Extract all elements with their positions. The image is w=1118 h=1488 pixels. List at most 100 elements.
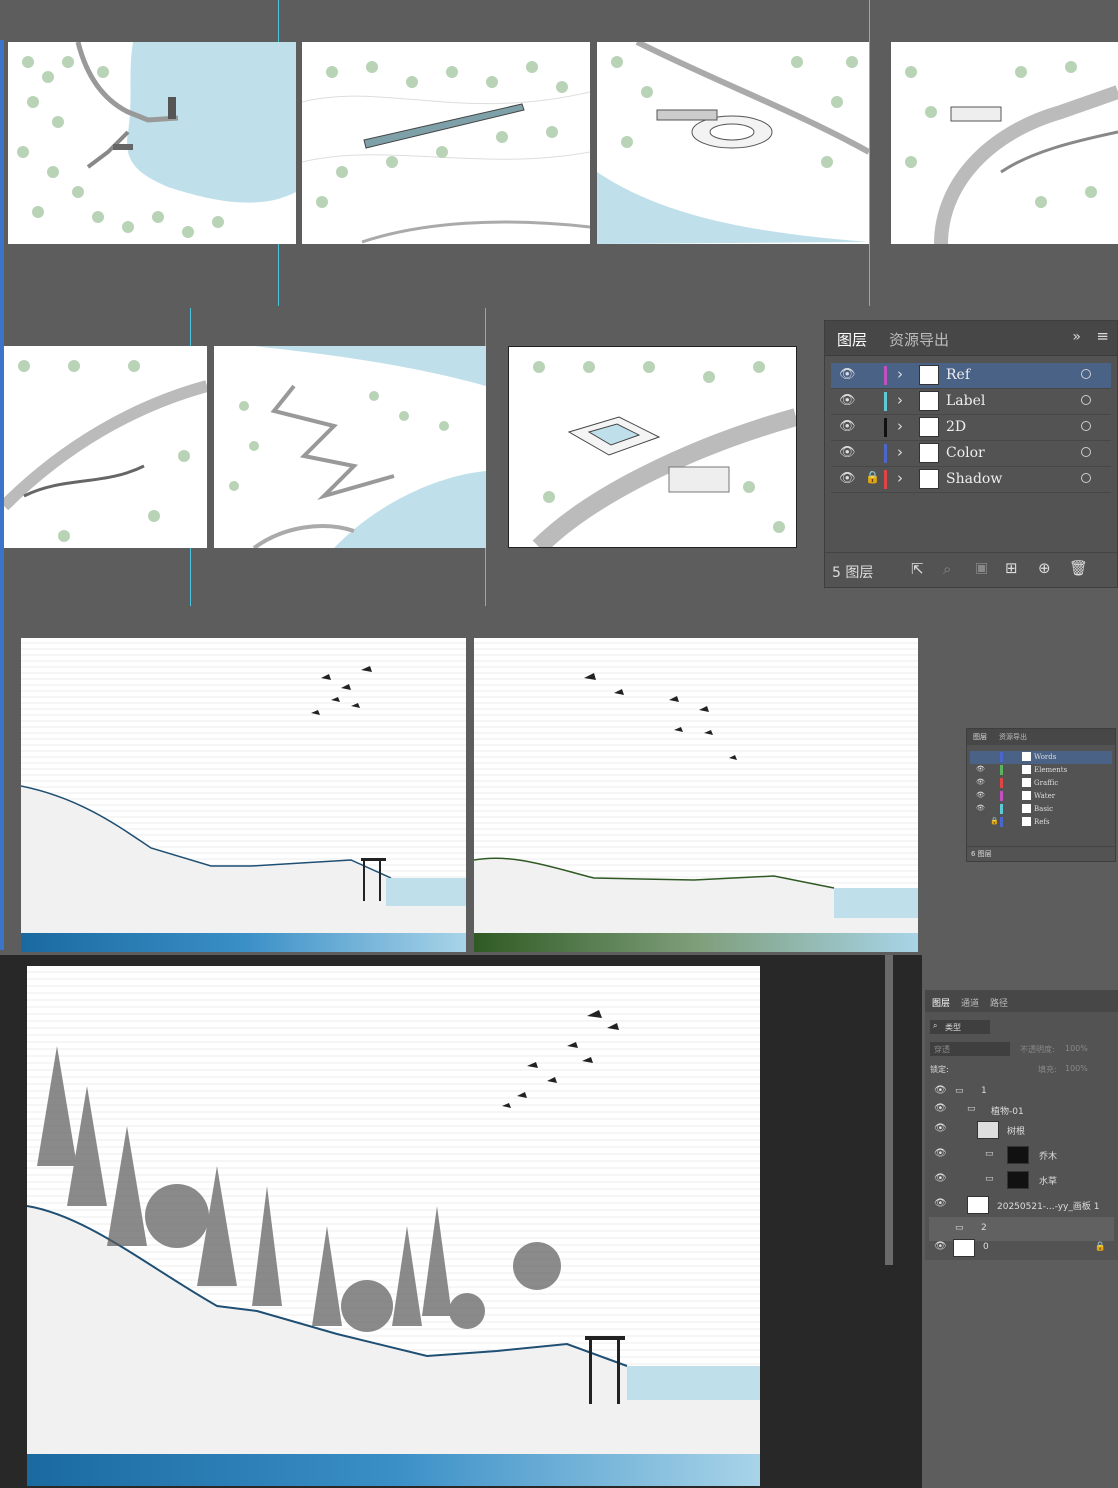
visibility-eye-icon[interactable]: 👁 (839, 471, 856, 486)
clip-mask-icon[interactable]: ▣ (975, 560, 988, 576)
layer-name[interactable]: Water (1034, 792, 1055, 800)
chevron-right-icon[interactable]: › (897, 469, 903, 487)
artboard-section-green[interactable] (474, 638, 918, 952)
layer-row-shadow[interactable]: 👁 🔒 › Shadow (831, 467, 1111, 493)
panel-menu-icon[interactable]: ≡ (1096, 327, 1109, 345)
visibility-eye-icon[interactable]: 👁 (934, 1085, 947, 1096)
layer-name[interactable]: Ref (946, 367, 970, 383)
visibility-eye-icon[interactable]: 👁 (976, 765, 985, 773)
ps-vertical-scrollbar[interactable] (885, 955, 893, 1265)
layer-name[interactable]: 乔木 (1039, 1149, 1057, 1162)
new-sublayer-icon[interactable]: ⊞ (1005, 559, 1018, 577)
layer-name[interactable]: 水草 (1039, 1174, 1057, 1187)
chevron-right-icon[interactable]: › (897, 391, 903, 409)
artboard-axon-pool-building[interactable] (508, 346, 797, 548)
small-layer-row[interactable]: 👁 Elements (970, 764, 1112, 777)
blend-mode-select[interactable]: 穿透 (930, 1042, 1010, 1056)
layer-name[interactable]: 20250521-...-yy_画板 1 (997, 1199, 1099, 1212)
layer-name[interactable]: Color (946, 445, 985, 461)
artboard-axon-bridge[interactable] (302, 42, 590, 244)
tab-channels[interactable]: 通道 (961, 996, 979, 1009)
small-layer-row[interactable]: 👁 Basic (970, 803, 1112, 816)
filter-kind-select[interactable]: ⌕ 类型 (930, 1020, 990, 1034)
guide-line[interactable] (869, 0, 870, 306)
visibility-eye-icon[interactable]: 👁 (976, 778, 985, 786)
layer-name[interactable]: Graffic (1034, 779, 1058, 787)
layer-name[interactable]: 2 (981, 1223, 987, 1233)
ps-layer-row[interactable]: 👁 ▭ 水草 (929, 1168, 1114, 1192)
visibility-eye-icon[interactable]: 👁 (934, 1173, 947, 1184)
export-icon[interactable]: ⇱ (911, 560, 924, 578)
tab-layers[interactable]: 图层 (932, 996, 950, 1009)
layer-name[interactable]: Label (946, 393, 985, 409)
lock-icon[interactable]: 🔒 (1095, 1242, 1106, 1252)
visibility-eye-icon[interactable]: 👁 (839, 367, 856, 382)
layer-row-color[interactable]: 👁 › Color (831, 441, 1111, 467)
visibility-eye-icon[interactable]: 👁 (934, 1123, 947, 1134)
layer-row-2d[interactable]: 👁 › 2D (831, 415, 1111, 441)
ps-layer-row[interactable]: 👁 0 🔒 (929, 1236, 1114, 1260)
expand-panel-icon[interactable]: » (1072, 329, 1081, 345)
target-circle-icon[interactable] (1081, 447, 1091, 457)
tab-layers[interactable]: 图层 (973, 732, 987, 742)
visibility-eye-icon[interactable]: 👁 (934, 1241, 947, 1252)
visibility-eye-icon[interactable]: 👁 (934, 1198, 947, 1209)
layer-name[interactable]: 1 (981, 1086, 987, 1096)
small-layer-row[interactable]: 👁 Water (970, 790, 1112, 803)
opacity-value[interactable]: 100% (1065, 1044, 1088, 1053)
search-icon[interactable]: ⌕ (943, 560, 951, 578)
target-circle-icon[interactable] (1081, 395, 1091, 405)
ps-main-artboard-section[interactable] (27, 966, 760, 1486)
layer-name[interactable]: Refs (1034, 818, 1050, 826)
folder-icon: ▭ (955, 1223, 964, 1233)
visibility-eye-icon[interactable]: 👁 (934, 1103, 947, 1114)
ps-layer-row[interactable]: 👁 20250521-...-yy_画板 1 (929, 1193, 1114, 1217)
layer-row-label[interactable]: 👁 › Label (831, 389, 1111, 415)
visibility-eye-icon[interactable]: 👁 (839, 419, 856, 434)
new-layer-icon[interactable]: ⊕ (1038, 559, 1051, 577)
target-circle-icon[interactable] (1081, 369, 1091, 379)
artboard-axon-terrace[interactable] (4, 346, 207, 548)
chevron-right-icon[interactable]: › (897, 417, 903, 435)
small-layer-row[interactable]: 🔒 Refs (970, 816, 1112, 829)
chevron-right-icon[interactable]: › (897, 365, 903, 383)
layer-name[interactable]: Words (1034, 753, 1056, 761)
lock-icon[interactable]: 🔒 (865, 470, 880, 484)
layer-row-ref[interactable]: 👁 › Ref (831, 363, 1111, 389)
layer-name[interactable]: 植物-01 (991, 1104, 1024, 1117)
ps-panel-header: 图层 通道 路径 (925, 990, 1118, 1012)
layer-count: 5 图层 (832, 565, 874, 581)
ai-layers-panel: 图层 资源导出 » ≡ 👁 › Ref 👁 › Label 👁 › 2D 👁 ›… (824, 320, 1118, 588)
tab-layers[interactable]: 图层 (837, 329, 867, 350)
layer-name[interactable]: Shadow (946, 471, 1002, 487)
target-circle-icon[interactable] (1081, 421, 1091, 431)
small-layer-row[interactable]: Words (970, 751, 1112, 764)
artboard-axon-lake[interactable] (8, 42, 296, 244)
visibility-eye-icon[interactable]: 👁 (934, 1148, 947, 1159)
visibility-eye-icon[interactable]: 👁 (839, 445, 856, 460)
layer-name[interactable]: 树根 (1007, 1124, 1025, 1137)
tab-asset-export[interactable]: 资源导出 (999, 732, 1027, 742)
chevron-right-icon[interactable]: › (897, 443, 903, 461)
artboard-axon-road[interactable] (891, 42, 1118, 244)
ps-layer-row[interactable]: 👁 树根 (929, 1118, 1114, 1142)
lock-icon[interactable]: 🔒 (990, 817, 999, 825)
layer-name[interactable]: 0 (983, 1242, 989, 1252)
artboard-axon-zigzag-path[interactable] (214, 346, 486, 548)
artboard-axon-pavilion[interactable] (597, 42, 869, 244)
artboard-section-blue[interactable] (21, 638, 466, 952)
ai-layers-footer: 5 图层 ⇱ ⌕ ▣ ⊞ ⊕ 🗑 (825, 552, 1117, 587)
tab-paths[interactable]: 路径 (990, 996, 1008, 1009)
visibility-eye-icon[interactable]: 👁 (976, 804, 985, 812)
visibility-eye-icon[interactable]: 👁 (839, 393, 856, 408)
ps-layer-row[interactable]: 👁 ▭ 乔木 (929, 1143, 1114, 1167)
trash-icon[interactable]: 🗑 (1069, 559, 1088, 577)
fill-value[interactable]: 100% (1065, 1064, 1088, 1073)
layer-name[interactable]: 2D (946, 419, 966, 435)
target-circle-icon[interactable] (1081, 473, 1091, 483)
tab-asset-export[interactable]: 资源导出 (889, 329, 949, 350)
small-layer-row[interactable]: 👁 Graffic (970, 777, 1112, 790)
layer-name[interactable]: Elements (1034, 766, 1067, 774)
visibility-eye-icon[interactable]: 👁 (976, 791, 985, 799)
layer-name[interactable]: Basic (1034, 805, 1053, 813)
